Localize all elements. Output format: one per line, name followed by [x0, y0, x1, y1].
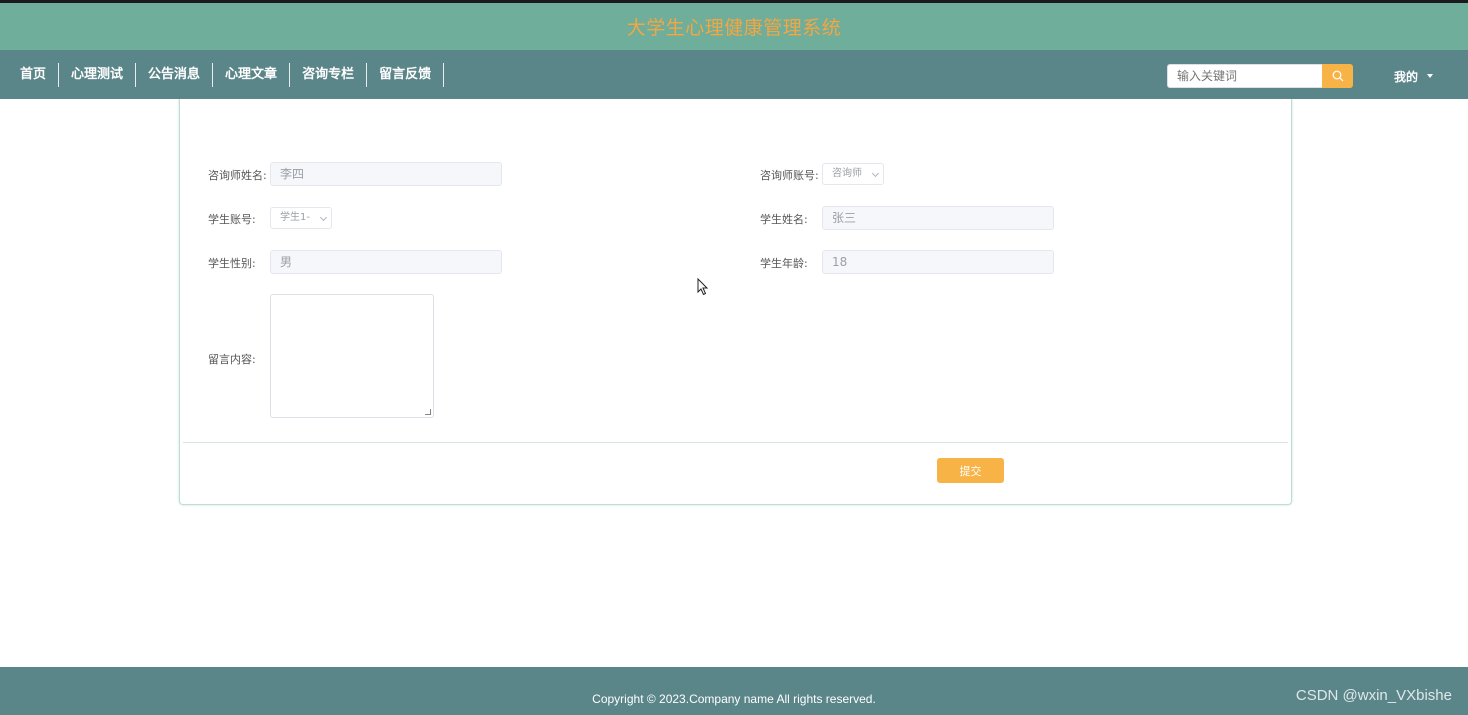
site-header: 大学生心理健康管理系统	[0, 3, 1468, 50]
student-account-value: 学生1-	[280, 212, 310, 223]
student-gender-field[interactable]: 男	[270, 250, 502, 274]
message-content-label: 留言内容:	[208, 353, 256, 366]
mouse-cursor-icon	[697, 278, 709, 296]
student-name-field[interactable]: 张三	[822, 206, 1054, 230]
student-age-label: 学生年龄:	[760, 257, 808, 270]
counselor-name-field[interactable]: 李四	[270, 162, 502, 186]
csdn-watermark: CSDN @wxin_VXbishe	[1295, 687, 1452, 704]
counselor-account-value: 咨询师	[832, 168, 862, 179]
counselor-name-label: 咨询师姓名:	[208, 169, 267, 182]
caret-down-icon	[1427, 74, 1434, 78]
site-footer: Copyright © 2023.Company name All rights…	[0, 667, 1468, 715]
nav-item-home[interactable]: 首页	[8, 62, 60, 87]
message-content-textarea[interactable]	[270, 294, 434, 418]
nav-item-announcements[interactable]: 公告消息	[136, 62, 214, 87]
student-age-field[interactable]: 18	[822, 250, 1054, 274]
counselor-account-select[interactable]: 咨询师	[822, 163, 884, 185]
student-name-label: 学生姓名:	[760, 213, 808, 226]
student-account-select[interactable]: 学生1-	[270, 207, 332, 229]
nav-menu: 首页 心理测试 公告消息 心理文章 咨询专栏 留言反馈	[8, 50, 445, 99]
nav-item-psych-test[interactable]: 心理测试	[59, 62, 137, 87]
user-menu[interactable]: 我的	[1394, 64, 1434, 88]
student-account-label: 学生账号:	[208, 213, 256, 226]
chevron-down-icon	[319, 213, 328, 222]
footer-copyright: Copyright © 2023.Company name All rights…	[592, 692, 876, 706]
search-icon	[1332, 70, 1343, 82]
nav-item-feedback[interactable]: 留言反馈	[367, 62, 445, 87]
nav-item-consultation[interactable]: 咨询专栏	[290, 62, 368, 87]
user-menu-label: 我的	[1394, 69, 1419, 84]
chevron-down-icon	[871, 169, 880, 178]
search-button[interactable]	[1322, 64, 1353, 88]
search-input[interactable]	[1167, 64, 1322, 88]
submit-button[interactable]: 提交	[937, 458, 1004, 483]
site-title: 大学生心理健康管理系统	[626, 17, 842, 39]
counselor-account-label: 咨询师账号:	[760, 169, 819, 182]
student-gender-label: 学生性别:	[208, 257, 256, 270]
resize-grip-icon[interactable]	[425, 409, 431, 415]
nav-item-articles[interactable]: 心理文章	[213, 62, 291, 87]
form-divider	[183, 442, 1288, 443]
